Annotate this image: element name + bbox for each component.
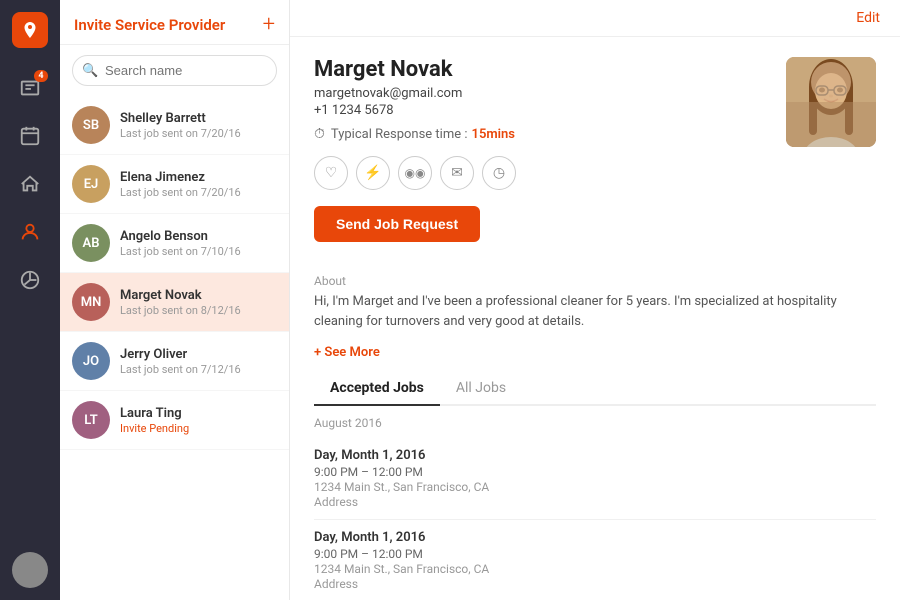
provider-info: Laura Ting Invite Pending — [120, 406, 277, 435]
provider-sub: Last job sent on 7/20/16 — [120, 186, 277, 199]
avatar: SB — [72, 106, 110, 144]
provider-sub: Last job sent on 7/12/16 — [120, 363, 277, 376]
nav-item-chart[interactable] — [8, 258, 52, 302]
list-item[interactable]: EJ Elena Jimenez Last job sent on 7/20/1… — [60, 155, 289, 214]
profile-email: margetnovak@gmail.com — [314, 86, 766, 101]
profile-info: Marget Novak margetnovak@gmail.com +1 12… — [314, 57, 766, 260]
user-avatar[interactable] — [12, 552, 48, 588]
glasses-icon-button[interactable]: ◉◉ — [398, 156, 432, 190]
profile-photo-image — [786, 57, 876, 147]
job-time: 9:00 PM – 12:00 PM — [314, 547, 876, 561]
job-address: 1234 Main St., San Francisco, CA — [314, 480, 876, 494]
list-item[interactable]: MN Marget Novak Last job sent on 8/12/16 — [60, 273, 289, 332]
list-item[interactable]: SB Shelley Barrett Last job sent on 7/20… — [60, 96, 289, 155]
provider-info: Shelley Barrett Last job sent on 7/20/16 — [120, 111, 277, 140]
job-date: Day, Month 1, 2016 — [314, 448, 876, 463]
left-panel-header: Invite Service Provider + — [60, 0, 289, 45]
search-icon: 🔍 — [82, 63, 98, 78]
provider-info: Marget Novak Last job sent on 8/12/16 — [120, 288, 277, 317]
nav-item-tasks[interactable]: 4 — [8, 66, 52, 110]
response-time: ⏱ Typical Response time : 15mins — [314, 126, 766, 142]
avatar: LT — [72, 401, 110, 439]
list-item[interactable]: AB Angelo Benson Last job sent on 7/10/1… — [60, 214, 289, 273]
job-item: Day, Month 1, 2016 9:00 PM – 12:00 PM 12… — [314, 438, 876, 520]
profile-photo — [786, 57, 876, 147]
job-date: Day, Month 1, 2016 — [314, 530, 876, 545]
avatar: EJ — [72, 165, 110, 203]
nav-item-home[interactable] — [8, 162, 52, 206]
avatar: AB — [72, 224, 110, 262]
list-item[interactable]: JO Jerry Oliver Last job sent on 7/12/16 — [60, 332, 289, 391]
provider-sub-pending: Invite Pending — [120, 422, 277, 435]
month-label: August 2016 — [314, 416, 876, 430]
provider-name: Laura Ting — [120, 406, 277, 421]
job-address2: Address — [314, 495, 876, 509]
heart-icon-button[interactable]: ♡ — [314, 156, 348, 190]
main-panel: Edit Marget Novak margetnovak@gmail.com … — [290, 0, 900, 600]
about-section: About Hi, I'm Marget and I've been a pro… — [314, 274, 876, 331]
provider-name: Elena Jimenez — [120, 170, 277, 185]
avatar: MN — [72, 283, 110, 321]
app-logo[interactable] — [12, 12, 48, 48]
main-header: Edit — [290, 0, 900, 37]
jobs-section: August 2016 Day, Month 1, 2016 9:00 PM –… — [314, 416, 876, 600]
add-provider-button[interactable]: + — [263, 14, 275, 36]
provider-list: SB Shelley Barrett Last job sent on 7/20… — [60, 96, 289, 600]
about-label: About — [314, 274, 876, 288]
tasks-badge: 4 — [34, 70, 48, 82]
list-item[interactable]: LT Laura Ting Invite Pending — [60, 391, 289, 450]
tab-all-jobs[interactable]: All Jobs — [440, 372, 522, 406]
provider-name: Jerry Oliver — [120, 347, 277, 362]
response-label: Typical Response time : — [331, 127, 468, 142]
provider-info: Elena Jimenez Last job sent on 7/20/16 — [120, 170, 277, 199]
provider-info: Angelo Benson Last job sent on 7/10/16 — [120, 229, 277, 258]
provider-sub: Last job sent on 8/12/16 — [120, 304, 277, 317]
provider-name: Shelley Barrett — [120, 111, 277, 126]
edit-button[interactable]: Edit — [856, 10, 880, 26]
tabs-row: Accepted Jobs All Jobs — [314, 372, 876, 406]
main-content: Marget Novak margetnovak@gmail.com +1 12… — [290, 37, 900, 600]
job-time: 9:00 PM – 12:00 PM — [314, 465, 876, 479]
provider-name: Marget Novak — [120, 288, 277, 303]
search-input[interactable] — [72, 55, 277, 86]
nav-item-calendar[interactable] — [8, 114, 52, 158]
avatar: JO — [72, 342, 110, 380]
left-panel: Invite Service Provider + 🔍 SB Shelley B… — [60, 0, 290, 600]
search-container: 🔍 — [72, 55, 277, 86]
send-job-request-button[interactable]: Send Job Request — [314, 206, 480, 242]
job-address2: Address — [314, 577, 876, 591]
provider-sub: Last job sent on 7/10/16 — [120, 245, 277, 258]
action-icons: ♡ ⚡ ◉◉ ✉ ◷ — [314, 156, 766, 190]
mail-icon-button[interactable]: ✉ — [440, 156, 474, 190]
profile-name: Marget Novak — [314, 57, 766, 82]
profile-phone: +1 1234 5678 — [314, 103, 766, 118]
see-more-button[interactable]: + See More — [314, 345, 876, 360]
provider-info: Jerry Oliver Last job sent on 7/12/16 — [120, 347, 277, 376]
clock-icon-button[interactable]: ◷ — [482, 156, 516, 190]
job-address: 1234 Main St., San Francisco, CA — [314, 562, 876, 576]
job-item: Day, Month 1, 2016 9:00 PM – 12:00 PM 12… — [314, 520, 876, 600]
timer-icon: ⏱ — [314, 126, 325, 142]
profile-top: Marget Novak margetnovak@gmail.com +1 12… — [314, 57, 876, 260]
provider-sub: Last job sent on 7/20/16 — [120, 127, 277, 140]
lightning-icon-button[interactable]: ⚡ — [356, 156, 390, 190]
panel-title: Invite Service Provider — [74, 16, 225, 34]
tab-accepted-jobs[interactable]: Accepted Jobs — [314, 372, 440, 406]
nav-item-person[interactable] — [8, 210, 52, 254]
provider-name: Angelo Benson — [120, 229, 277, 244]
about-text: Hi, I'm Marget and I've been a professio… — [314, 292, 876, 331]
response-value: 15mins — [472, 127, 515, 142]
nav-sidebar: 4 — [0, 0, 60, 600]
